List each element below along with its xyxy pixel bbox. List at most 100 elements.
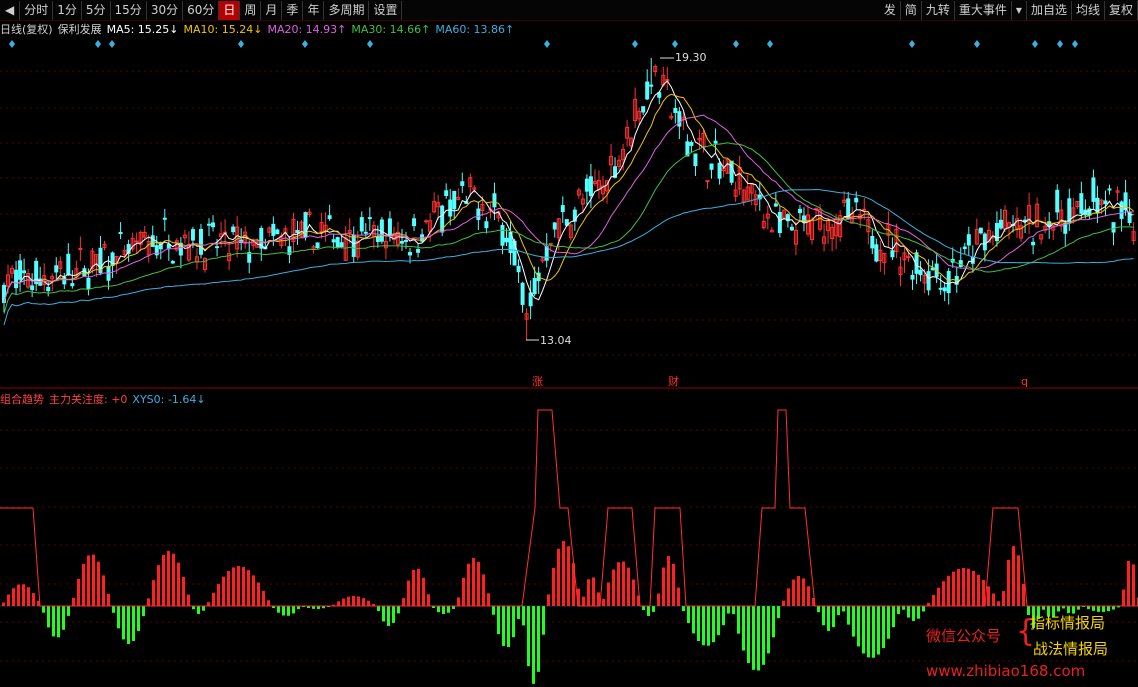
histogram-bar <box>422 577 425 606</box>
histogram-bar <box>627 567 630 606</box>
histogram-bar <box>697 606 700 642</box>
histogram-bar <box>682 606 685 612</box>
candle-body <box>713 140 718 144</box>
histogram-bar <box>902 606 905 610</box>
histogram-bar <box>1132 564 1135 606</box>
histogram-bar <box>457 597 460 606</box>
candle-body <box>1111 222 1116 233</box>
candle-body <box>588 176 593 197</box>
candle-body <box>910 274 915 280</box>
histogram-bar <box>197 606 200 614</box>
candle-body <box>14 269 19 289</box>
candle-body <box>424 220 429 223</box>
attention-value: 主力关注度: +0 <box>49 393 128 406</box>
histogram-bar <box>642 606 645 611</box>
histogram-bar <box>342 598 345 606</box>
candle-body <box>982 233 987 251</box>
candle-body <box>528 292 533 307</box>
histogram-bar <box>777 606 780 619</box>
histogram-bar <box>942 581 945 606</box>
histogram-bar <box>247 570 250 606</box>
candle-body <box>998 219 1003 229</box>
histogram-bar <box>437 606 440 613</box>
candle-body <box>375 235 380 242</box>
histogram-bar <box>522 606 525 626</box>
signal-diamond-3 <box>238 40 244 48</box>
histogram-bar <box>412 569 415 606</box>
histogram-bar <box>717 606 720 636</box>
candle-body <box>729 160 734 183</box>
candle-body <box>351 234 356 257</box>
histogram-bar <box>182 576 185 606</box>
histogram-bar <box>692 606 695 634</box>
histogram-bar <box>377 606 380 611</box>
marker-q: q <box>1021 375 1028 388</box>
histogram-bar <box>17 584 20 606</box>
candle-body <box>870 235 875 249</box>
histogram-bar <box>772 606 775 638</box>
candle-body <box>275 229 280 235</box>
histogram-bar <box>1112 606 1115 610</box>
histogram-bar <box>427 594 430 606</box>
histogram-bar <box>167 551 170 606</box>
histogram-bar <box>982 579 985 606</box>
histogram-bar <box>62 606 65 630</box>
candle-body <box>399 241 404 244</box>
histogram-bar <box>1042 606 1045 610</box>
signal-diamond-12 <box>974 40 980 48</box>
histogram-bar <box>502 606 505 646</box>
histogram-bar <box>887 606 890 639</box>
candle-body <box>1055 189 1060 213</box>
candle-body <box>492 193 497 208</box>
candle-body <box>516 265 521 273</box>
histogram-bar <box>882 606 885 649</box>
histogram-bar <box>712 606 715 643</box>
histogram-bar <box>667 556 670 606</box>
histogram-bar <box>957 569 960 606</box>
histogram-bar <box>922 606 925 612</box>
candle-body <box>717 162 722 179</box>
histogram-bar <box>657 593 660 606</box>
kline-chart[interactable]: 19.30 13.04 涨 财 q <box>0 0 1138 687</box>
signal-diamond-6 <box>544 40 550 48</box>
histogram-bar <box>507 606 510 648</box>
candle-body <box>797 208 802 214</box>
histogram-bar <box>727 606 730 614</box>
histogram-bar <box>687 606 690 624</box>
histogram-bar <box>877 606 880 655</box>
histogram-bar <box>112 606 115 613</box>
histogram-bar <box>42 606 45 613</box>
histogram-bar <box>652 606 655 612</box>
histogram-bar <box>482 574 485 606</box>
candle-body <box>162 217 167 220</box>
indicator-name[interactable]: 组合趋势 <box>0 391 44 407</box>
histogram-bar <box>397 606 400 614</box>
histogram-bar <box>367 600 370 606</box>
histogram-bar <box>142 606 145 617</box>
candle-body <box>504 237 509 243</box>
histogram-bar <box>1127 560 1130 606</box>
ma30-line <box>3 142 1134 314</box>
histogram-bar <box>562 541 565 606</box>
histogram-bar <box>532 606 535 684</box>
ma5-line <box>3 80 1134 303</box>
histogram-bar <box>1057 606 1060 612</box>
signal-diamond-15 <box>1072 40 1078 48</box>
candle-body <box>1079 193 1084 214</box>
histogram-bar <box>787 588 790 606</box>
histogram-bar <box>177 562 180 606</box>
candle-body <box>693 153 698 167</box>
histogram-bar <box>137 606 140 632</box>
candle-body <box>978 227 983 234</box>
candle-body <box>649 84 654 87</box>
candle-body <box>134 240 139 243</box>
candle-body <box>30 285 35 291</box>
candle-body <box>335 237 340 249</box>
histogram-bar <box>1092 606 1095 611</box>
histogram-bar <box>897 606 900 615</box>
histogram-bar <box>662 567 665 606</box>
histogram-bar <box>357 596 360 606</box>
histogram-bar <box>907 606 910 618</box>
signal-diamond-8 <box>672 40 678 48</box>
candle-body <box>520 282 525 305</box>
